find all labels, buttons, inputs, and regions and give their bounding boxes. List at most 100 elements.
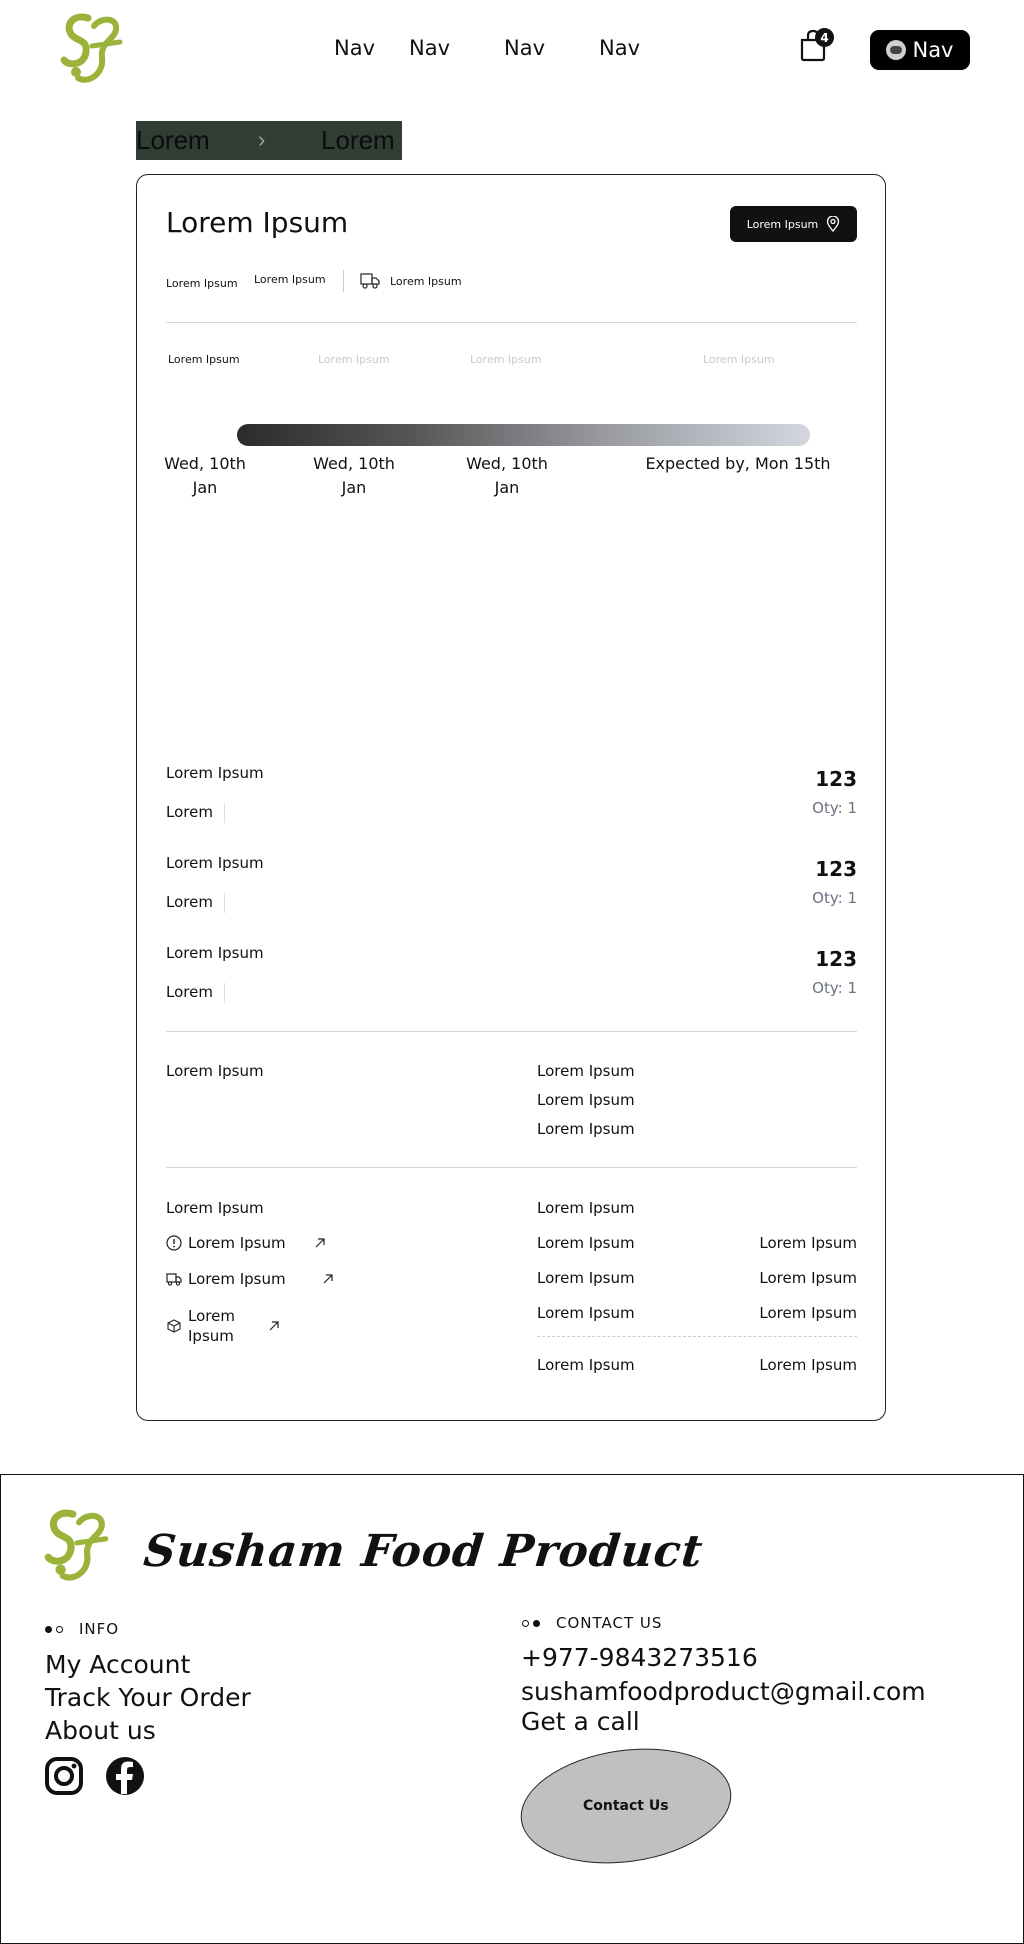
contact-us-label: Contact Us	[583, 1798, 669, 1815]
item-quantity: Oty: 1	[812, 799, 857, 817]
step-date-line: Wed, 10th	[466, 454, 548, 473]
location-button[interactable]: Lorem Ipsum	[730, 206, 857, 242]
account-button[interactable]: Nav	[870, 30, 970, 70]
order-progress-bar	[237, 424, 810, 446]
package-icon	[167, 1319, 181, 1333]
location-button-label: Lorem Ipsum	[746, 217, 819, 231]
breadcrumb: Lorem › Lorem	[136, 121, 402, 160]
item-name: Lorem Ipsum	[166, 944, 264, 962]
nav-link-1[interactable]: Nav	[334, 36, 375, 60]
address-line: Lorem Ipsum	[537, 1120, 635, 1138]
step-date-line: Jan	[192, 478, 218, 497]
step-date-line: Expected by, Mon 15th	[645, 454, 831, 473]
dot-icon	[45, 1625, 52, 1633]
help-link-3[interactable]: Lorem Ipsum	[166, 1306, 280, 1346]
item-quantity: Oty: 1	[812, 979, 857, 997]
footer-link-about-us[interactable]: About us	[45, 1716, 156, 1745]
step-date-line: Jan	[494, 478, 520, 497]
summary-value: Lorem Ipsum	[759, 1269, 857, 1287]
summary-value: Lorem Ipsum	[759, 1304, 857, 1322]
contact-heading: CONTACT US	[522, 1614, 662, 1632]
footer-link-my-account[interactable]: My Account	[45, 1650, 190, 1679]
nav-link-3[interactable]: Nav	[504, 36, 545, 60]
summary-total-label: Lorem Ipsum	[537, 1356, 635, 1374]
info-heading-label: INFO	[79, 1620, 120, 1638]
divider	[166, 322, 857, 323]
arrow-up-right-icon	[315, 1238, 325, 1248]
step-date-3: Wed, 10th Jan	[457, 452, 557, 500]
brand-name: Susham Food Product	[141, 1526, 706, 1577]
map-pin-icon	[827, 216, 840, 232]
item-name: Lorem Ipsum	[166, 854, 264, 872]
address-line: Lorem Ipsum	[537, 1062, 635, 1080]
contact-phone[interactable]: +977-9843273516	[521, 1643, 758, 1672]
order-meta-3: Lorem Ipsum	[390, 275, 462, 288]
step-label-4: Lorem Ipsum	[703, 353, 775, 366]
order-title: Lorem Ipsum	[166, 206, 349, 239]
divider	[537, 1336, 857, 1337]
summary-value: Lorem Ipsum	[759, 1234, 857, 1252]
instagram-icon[interactable]	[44, 1756, 84, 1796]
breadcrumb-item-1[interactable]: Lorem	[136, 125, 210, 156]
nav-link-2[interactable]: Nav	[409, 36, 450, 60]
account-button-label: Nav	[912, 38, 954, 62]
step-date-4: Expected by, Mon 15th	[636, 452, 840, 476]
item-price: 123	[815, 857, 857, 881]
order-meta-2: Lorem Ipsum	[254, 273, 326, 286]
dot-icon	[533, 1619, 540, 1627]
step-date-line: Wed, 10th	[313, 454, 395, 473]
divider	[166, 1031, 857, 1032]
step-label-3: Lorem Ipsum	[470, 353, 542, 366]
get-a-call[interactable]: Get a call	[521, 1707, 640, 1736]
truck-icon	[166, 1273, 182, 1286]
step-date-line: Jan	[341, 478, 367, 497]
help-link-label: Lorem Ipsum	[188, 1307, 235, 1345]
divider	[166, 1167, 857, 1168]
item-variant: Lorem	[166, 803, 213, 821]
help-link-2[interactable]: Lorem Ipsum	[166, 1270, 334, 1288]
address-line: Lorem Ipsum	[537, 1091, 635, 1109]
logo[interactable]	[58, 12, 126, 88]
help-link-label: Lorem Ipsum	[188, 1270, 286, 1288]
item-price: 123	[815, 947, 857, 971]
chevron-right-icon: ›	[258, 127, 266, 152]
alert-circle-icon	[166, 1235, 182, 1251]
help-heading: Lorem Ipsum	[166, 1199, 264, 1217]
summary-label: Lorem Ipsum	[537, 1234, 635, 1252]
item-price: 123	[815, 767, 857, 791]
summary-total-value: Lorem Ipsum	[759, 1356, 857, 1374]
divider	[224, 803, 225, 823]
order-meta-1: Lorem Ipsum	[166, 277, 238, 290]
breadcrumb-item-2[interactable]: Lorem	[321, 125, 395, 156]
item-quantity: Oty: 1	[812, 889, 857, 907]
item-name: Lorem Ipsum	[166, 764, 264, 782]
divider	[224, 983, 225, 1003]
avatar-icon	[886, 40, 907, 60]
item-variant: Lorem	[166, 983, 213, 1001]
dot-icon	[56, 1625, 63, 1633]
step-date-2: Wed, 10th Jan	[304, 452, 404, 500]
step-date-1: Wed, 10th Jan	[155, 452, 255, 500]
footer-link-track-order[interactable]: Track Your Order	[45, 1683, 251, 1712]
help-link-label: Lorem Ipsum	[188, 1234, 286, 1252]
help-link-1[interactable]: Lorem Ipsum	[166, 1234, 326, 1252]
divider	[224, 893, 225, 913]
footer-logo[interactable]	[42, 1508, 112, 1586]
dot-icon	[522, 1619, 529, 1627]
step-label-2: Lorem Ipsum	[318, 353, 390, 366]
truck-icon	[360, 273, 380, 289]
summary-label: Lorem Ipsum	[537, 1304, 635, 1322]
summary-label: Lorem Ipsum	[537, 1269, 635, 1287]
arrow-up-right-icon	[269, 1321, 279, 1331]
divider	[343, 270, 344, 292]
facebook-icon[interactable]	[105, 1756, 145, 1796]
item-variant: Lorem	[166, 893, 213, 911]
contact-email[interactable]: sushamfoodproduct@gmail.com	[521, 1677, 926, 1706]
nav-link-4[interactable]: Nav	[599, 36, 640, 60]
arrow-up-right-icon	[323, 1274, 333, 1284]
address-heading: Lorem Ipsum	[166, 1062, 264, 1080]
step-label-1: Lorem Ipsum	[168, 353, 240, 366]
cart-count-badge: 4	[815, 28, 834, 47]
summary-heading: Lorem Ipsum	[537, 1199, 635, 1217]
info-heading: INFO	[45, 1620, 119, 1638]
